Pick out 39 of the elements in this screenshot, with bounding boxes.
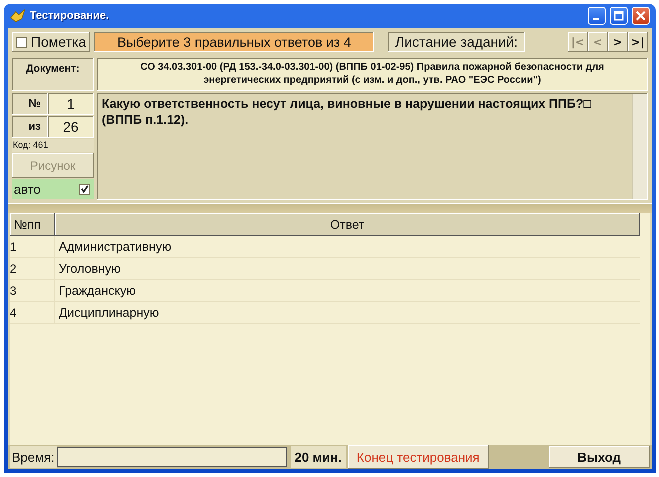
- question-code: Код: 461: [12, 139, 94, 152]
- table-cell-text: Уголовную: [58, 260, 122, 278]
- app-icon: [10, 9, 26, 23]
- table-cell-text: Административную: [58, 238, 173, 256]
- time-limit: 20 мин.: [290, 446, 346, 468]
- auto-label: авто: [14, 182, 41, 196]
- paging-label: Листание заданий:: [388, 32, 526, 52]
- total-label: из: [12, 116, 48, 138]
- question-total: 26: [48, 116, 94, 138]
- column-header[interactable]: Ответ: [55, 213, 640, 236]
- table-cell: 2: [10, 258, 55, 279]
- mark-checkbox[interactable]: [16, 36, 27, 48]
- document-label: Документ:: [12, 58, 94, 91]
- question-number: 1: [48, 93, 94, 115]
- time-label: Время:: [10, 446, 57, 468]
- table-cell-text: Дисциплинарную: [58, 304, 160, 322]
- close-button[interactable]: [632, 7, 650, 25]
- close-icon: [636, 11, 646, 21]
- maximize-icon: [614, 11, 624, 21]
- maximize-button[interactable]: [610, 7, 628, 25]
- nav-button[interactable]: >: [608, 32, 628, 52]
- mark-label: Пометка: [31, 34, 86, 50]
- auto-checkbox[interactable]: [79, 184, 90, 194]
- table-cell-text: Гражданскую: [58, 282, 137, 300]
- table-cell: 1: [10, 236, 55, 257]
- document-title: СО 34.03.301-00 (РД 153.-34.0-03.301-00) (ВППБ 01-02-95) Правила пожарной безопасности для энергетических предприятий (с изм. и доп., утв. РАО "ЕЭС России"): [97, 58, 648, 91]
- column-header[interactable]: №пп: [10, 213, 55, 236]
- nav-button[interactable]: >|: [628, 32, 648, 52]
- instruction-label: Выберите 3 правильных ответов из 4: [94, 32, 374, 52]
- table-cell: 4: [10, 302, 55, 323]
- minimize-button[interactable]: [588, 7, 606, 25]
- finish-button[interactable]: Конец тестирования: [348, 445, 489, 469]
- number-label: №: [12, 93, 48, 115]
- window-title: Тестирование.: [30, 10, 110, 22]
- question-text: Какую ответственность несут лица, виновные в нарушении настоящих ППБ?□ (ВППБ п.1.12).: [101, 96, 592, 130]
- table-cell: 3: [10, 280, 55, 301]
- exit-button[interactable]: Выход: [548, 446, 650, 468]
- time-field[interactable]: [56, 447, 287, 467]
- scrollbar[interactable]: [632, 94, 647, 199]
